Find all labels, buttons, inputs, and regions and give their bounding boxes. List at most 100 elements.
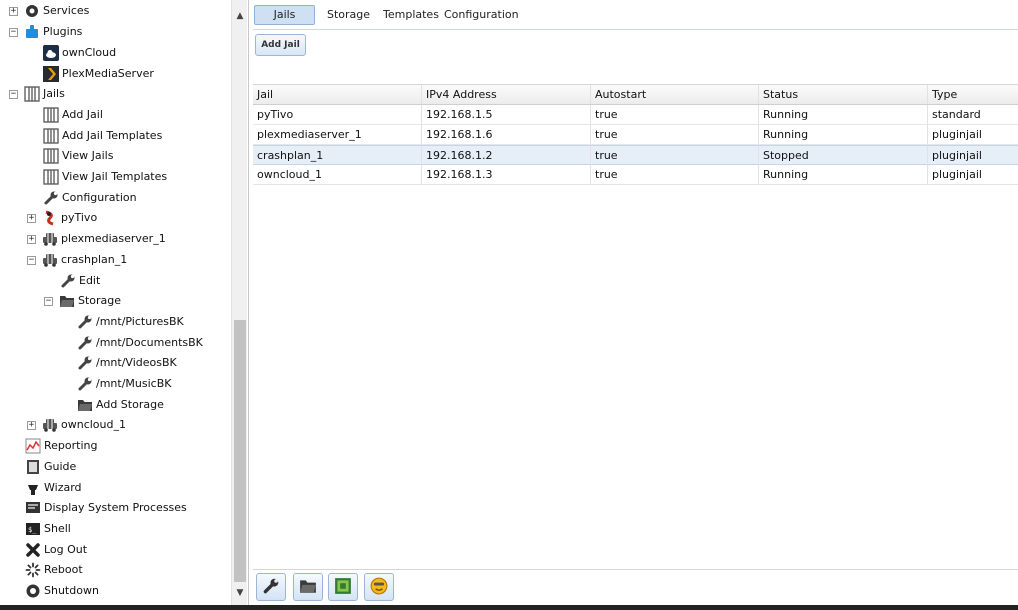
tree-item-label: Shutdown [44, 584, 99, 597]
tree-item-jails[interactable]: − Jails [9, 84, 65, 104]
collapse-icon[interactable]: − [9, 27, 18, 37]
add-jail-button[interactable]: Add Jail [255, 34, 306, 56]
plugins-puzzle-icon [24, 24, 40, 40]
tree-item-storage[interactable]: − Storage [44, 291, 121, 311]
tree-item-jail-configuration[interactable]: Configuration [43, 188, 137, 208]
tab-templates[interactable]: Templates [377, 5, 445, 25]
collapse-icon[interactable]: − [44, 296, 53, 306]
tree-item-view-jail-templates[interactable]: View Jail Templates [43, 167, 167, 187]
plugins-smiley-icon [370, 577, 388, 598]
tree-item-reboot[interactable]: Reboot [25, 560, 83, 580]
tree-item-plexmediaserver-1[interactable]: + plexmediaserver_1 [27, 229, 166, 249]
tree-item-label: Log Out [44, 543, 88, 556]
tree-item-log-out[interactable]: Log Out [25, 540, 87, 560]
column-header-ipv4[interactable]: IPv4 Address [422, 85, 591, 104]
tree-item-view-jails[interactable]: View Jails [43, 146, 113, 166]
tree-item-reporting[interactable]: Reporting [25, 436, 97, 456]
tree-scrollbar[interactable]: ▲ ▼ [231, 0, 247, 605]
tree-item-label: Plugins [43, 25, 83, 38]
tree-item-owncloud-1[interactable]: + owncloud_1 [27, 415, 126, 435]
cell-jail: owncloud_1 [253, 165, 422, 184]
tree-item-plexmediaserver[interactable]: PlexMediaServer [43, 64, 154, 84]
navigation-tree: + Services − Plugins ownCloud PlexMediaS… [0, 0, 249, 605]
tree-item-wizard[interactable]: Wizard [25, 478, 82, 498]
folder-icon [59, 293, 75, 309]
tree-item-owncloud[interactable]: ownCloud [43, 43, 116, 63]
wrench-icon [43, 190, 59, 206]
collapse-icon[interactable]: − [9, 89, 18, 99]
tree-item-add-jail[interactable]: Add Jail [43, 105, 103, 125]
tree-item-label: View Jail Templates [62, 170, 168, 183]
column-header-jail[interactable]: Jail [253, 85, 422, 104]
tab-configuration[interactable]: Configuration [438, 5, 525, 25]
tree-item-label: plexmediaserver_1 [61, 232, 166, 245]
edit-jail-button[interactable] [256, 573, 286, 601]
window-bottom-edge [0, 605, 1018, 610]
column-header-type[interactable]: Type [928, 85, 1018, 104]
cell-ipv4: 192.168.1.6 [422, 125, 591, 144]
tree-item-crashplan-1[interactable]: − crashplan_1 [27, 250, 127, 270]
tree-item-label: Edit [79, 274, 101, 287]
tree-item-display-system-processes[interactable]: Display System Processes [25, 498, 187, 518]
svg-text:$_: $_ [28, 526, 37, 534]
tree-item-label: PlexMediaServer [62, 67, 154, 80]
scroll-down-arrow-icon[interactable]: ▼ [232, 585, 248, 601]
shutdown-power-icon [25, 583, 41, 599]
jail-bars-icon [43, 148, 59, 164]
table-row-selected[interactable]: crashplan_1 192.168.1.2 true Stopped plu… [253, 145, 1018, 165]
cell-ipv4: 192.168.1.5 [422, 105, 591, 124]
cell-autostart: true [591, 165, 759, 184]
column-header-status[interactable]: Status [759, 85, 928, 104]
cell-autostart: true [591, 125, 759, 144]
collapse-icon[interactable]: − [27, 255, 36, 265]
services-gear-icon [24, 3, 40, 19]
tree-item-pytivo[interactable]: + pyTivo [27, 208, 97, 228]
pytivo-icon [42, 210, 58, 226]
tree-item-add-jail-templates[interactable]: Add Jail Templates [43, 126, 162, 146]
tree-item-mnt-musicbk[interactable]: /mnt/MusicBK [77, 374, 171, 394]
logout-x-icon [25, 542, 41, 558]
tree-item-edit[interactable]: Edit [60, 271, 100, 291]
expand-icon[interactable]: + [9, 6, 18, 16]
jails-table: Jail IPv4 Address Autostart Status Type … [253, 84, 1018, 570]
expand-icon[interactable]: + [27, 234, 36, 244]
jail-car-icon [42, 231, 58, 247]
start-jail-button[interactable] [328, 573, 358, 601]
tree-item-guide[interactable]: Guide [25, 457, 76, 477]
tab-jails[interactable]: Jails [254, 5, 315, 25]
tab-storage[interactable]: Storage [321, 5, 376, 25]
tree-item-label: owncloud_1 [61, 418, 126, 431]
tree-item-label: Add Storage [96, 398, 164, 411]
table-row[interactable]: pyTivo 192.168.1.5 true Running standard [253, 105, 1018, 125]
tree-item-label: /mnt/MusicBK [96, 377, 172, 390]
tree-item-shutdown[interactable]: Shutdown [25, 581, 99, 601]
tree-item-label: View Jails [62, 149, 114, 162]
expand-icon[interactable]: + [27, 420, 36, 430]
tree-item-label: /mnt/VideosBK [96, 356, 177, 369]
wizard-hat-icon [25, 480, 41, 496]
plugins-button[interactable] [364, 573, 394, 601]
wrench-icon [77, 376, 93, 392]
tree-item-shell[interactable]: $_ Shell [25, 519, 71, 539]
jail-car-icon [42, 252, 58, 268]
tree-item-services[interactable]: + Services [9, 1, 89, 21]
tree-item-mnt-videosbk[interactable]: /mnt/VideosBK [77, 353, 177, 373]
scrollbar-thumb[interactable] [234, 320, 246, 582]
tree-item-mnt-documentsbk[interactable]: /mnt/DocumentsBK [77, 333, 203, 353]
table-row[interactable]: owncloud_1 192.168.1.3 true Running plug… [253, 165, 1018, 185]
scroll-up-arrow-icon[interactable]: ▲ [232, 8, 248, 24]
tab-bar: Jails Storage Templates Configuration [253, 0, 1018, 30]
start-jail-icon [334, 577, 352, 598]
expand-icon[interactable]: + [27, 213, 36, 223]
storage-button[interactable] [293, 573, 323, 601]
tree-item-plugins[interactable]: − Plugins [9, 22, 82, 42]
guide-book-icon [25, 459, 41, 475]
tree-item-mnt-picturesbk[interactable]: /mnt/PicturesBK [77, 312, 184, 332]
column-header-autostart[interactable]: Autostart [591, 85, 759, 104]
main-panel: Jails Storage Templates Configuration Ad… [253, 0, 1018, 605]
tree-item-add-storage[interactable]: Add Storage [77, 395, 164, 415]
jail-bars-icon [43, 169, 59, 185]
tree-item-label: Wizard [44, 481, 82, 494]
folder-icon [77, 397, 93, 413]
table-row[interactable]: plexmediaserver_1 192.168.1.6 true Runni… [253, 125, 1018, 145]
